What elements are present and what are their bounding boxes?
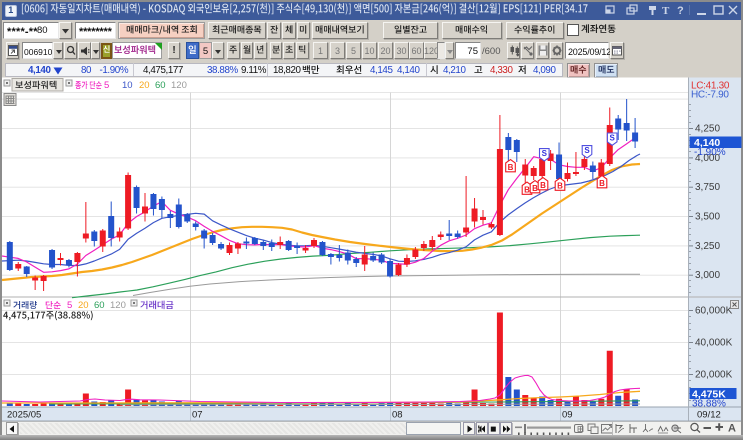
- svg-text:S: S: [610, 134, 616, 143]
- svg-text:B: B: [599, 179, 605, 188]
- svg-text:60: 60: [155, 80, 166, 91]
- svg-text:20: 20: [139, 80, 150, 91]
- svg-text:B: B: [557, 182, 563, 191]
- svg-text:B: B: [540, 181, 546, 190]
- svg-text:B: B: [524, 186, 530, 195]
- svg-text:60,000K: 60,000K: [695, 306, 733, 317]
- svg-text:3,000: 3,000: [695, 270, 720, 281]
- svg-text:5: 5: [104, 80, 109, 91]
- svg-text:B: B: [532, 184, 538, 193]
- svg-text:3,250: 3,250: [695, 241, 720, 252]
- svg-text:5: 5: [67, 300, 72, 311]
- svg-text:20,000K: 20,000K: [695, 370, 733, 381]
- svg-text:40,000K: 40,000K: [695, 338, 733, 349]
- svg-text:S: S: [542, 149, 548, 158]
- svg-text:4,250: 4,250: [695, 124, 720, 135]
- svg-text:HC:-7.90: HC:-7.90: [691, 90, 729, 101]
- svg-text:2025/05: 2025/05: [7, 410, 41, 421]
- svg-text:08: 08: [392, 410, 403, 421]
- svg-text:-1.90%: -1.90%: [694, 147, 726, 158]
- svg-text:3,750: 3,750: [695, 182, 720, 193]
- svg-text:20: 20: [78, 300, 89, 311]
- svg-text:38.88%: 38.88%: [692, 399, 726, 410]
- svg-text:3,500: 3,500: [695, 212, 720, 223]
- svg-text:09: 09: [562, 410, 573, 421]
- svg-text:B: B: [508, 163, 514, 172]
- svg-text:09/12: 09/12: [697, 410, 721, 421]
- svg-text:07: 07: [192, 410, 203, 421]
- svg-text:60: 60: [94, 300, 105, 311]
- svg-text:10: 10: [122, 80, 133, 91]
- svg-text:120: 120: [171, 80, 187, 91]
- svg-text:S: S: [584, 146, 590, 155]
- svg-text:120: 120: [110, 300, 126, 311]
- svg-text:A: A: [728, 423, 736, 435]
